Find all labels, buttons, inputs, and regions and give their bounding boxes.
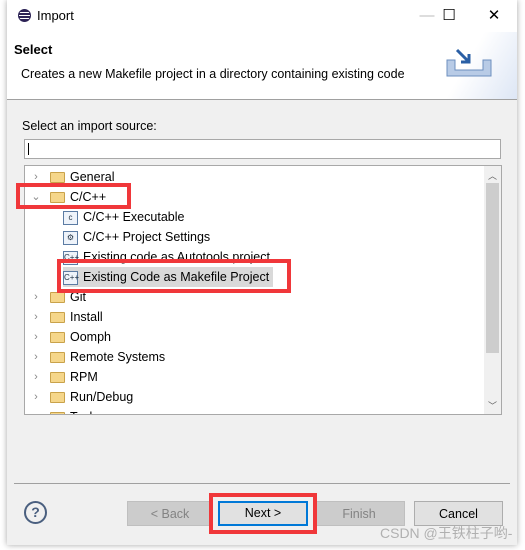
- import-tray-icon: [446, 48, 492, 77]
- tree-item[interactable]: ›Tasks: [34, 407, 102, 414]
- tree-item-label: General: [70, 170, 115, 184]
- text-caret: [28, 143, 29, 155]
- scroll-down-arrow[interactable]: ﹀: [484, 399, 501, 412]
- tree-item-label: Tasks: [70, 410, 102, 414]
- scroll-thumb[interactable]: [486, 183, 499, 353]
- folder-icon: [50, 312, 65, 324]
- page-description: Creates a new Makefile project in a dire…: [21, 67, 405, 81]
- wizard-header: Select Creates a new Makefile project in…: [7, 32, 517, 100]
- folder-icon: [50, 372, 65, 384]
- tree-item[interactable]: › Oomph: [34, 327, 111, 347]
- button-bar-divider: [14, 483, 510, 484]
- help-icon[interactable]: ?: [24, 501, 47, 524]
- eclipse-icon: [18, 9, 31, 22]
- page-title: Select: [14, 42, 53, 57]
- highlight-box-cpp: [16, 183, 131, 209]
- tree-item-label: Run/Debug: [70, 390, 134, 404]
- window-title: Import: [37, 8, 74, 23]
- chevron-right-icon[interactable]: ›: [30, 347, 42, 367]
- tree-item-label: Oomph: [70, 330, 111, 344]
- chevron-right-icon[interactable]: ›: [30, 387, 42, 407]
- highlight-box-makefile: [57, 259, 291, 293]
- folder-icon: [50, 392, 65, 404]
- tree-item[interactable]: › Run/Debug: [34, 387, 134, 407]
- chevron-right-icon[interactable]: ›: [30, 287, 42, 307]
- title-bar: Import — ☐ ✕: [7, 0, 517, 32]
- tree-item[interactable]: › RPM: [34, 367, 98, 387]
- tree-item[interactable]: c C/C++ Executable: [63, 207, 184, 227]
- chevron-right-icon[interactable]: ›: [30, 407, 42, 414]
- settings-icon: ⚙: [63, 230, 78, 245]
- chevron-right-icon[interactable]: ›: [30, 307, 42, 327]
- tree-item[interactable]: › Remote Systems: [34, 347, 166, 367]
- tree-item[interactable]: › Install: [34, 307, 103, 327]
- close-button[interactable]: ✕: [480, 4, 508, 28]
- highlight-box-next: [209, 493, 317, 534]
- vertical-scrollbar[interactable]: ︿ ﹀: [484, 166, 501, 414]
- watermark: CSDN @王铁柱子哟-: [380, 525, 513, 541]
- tree-item-label: RPM: [70, 370, 98, 384]
- chevron-right-icon[interactable]: ›: [30, 327, 42, 347]
- tree-item[interactable]: ⚙ C/C++ Project Settings: [63, 227, 210, 247]
- folder-icon: [50, 292, 65, 304]
- source-label: Select an import source:: [22, 119, 157, 133]
- folder-icon: [50, 332, 65, 344]
- back-button[interactable]: < Back: [127, 501, 213, 526]
- c-file-icon: c: [63, 210, 78, 225]
- chevron-right-icon[interactable]: ›: [30, 367, 42, 387]
- folder-icon: [50, 412, 65, 414]
- tree-item-label: C/C++ Executable: [83, 210, 185, 224]
- tree-item-label: Install: [70, 310, 103, 324]
- tree-item-label: C/C++ Project Settings: [83, 230, 211, 244]
- maximize-button[interactable]: ☐: [435, 4, 463, 28]
- folder-icon: [50, 352, 65, 364]
- folder-icon: [50, 172, 65, 184]
- tree-item-label: Remote Systems: [70, 350, 166, 364]
- filter-input[interactable]: [24, 139, 501, 159]
- scroll-up-arrow[interactable]: ︿: [484, 169, 501, 182]
